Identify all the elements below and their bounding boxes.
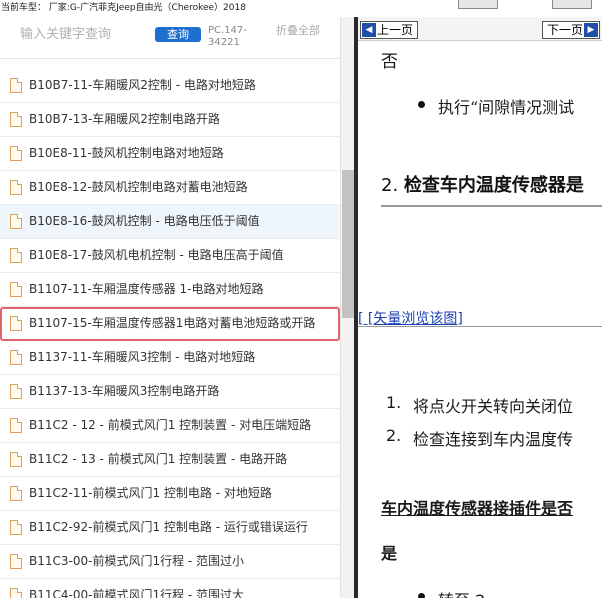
scrollbar-thumb[interactable] xyxy=(342,170,354,318)
list-item[interactable]: B11C2-92-前模式风门1 控制电路 - 运行或错误运行 xyxy=(0,511,340,545)
list-item[interactable]: B11C4-00-前模式风门1行程 - 范围过大 xyxy=(0,579,340,598)
vehicle-info-bar: 当前车型： 厂家:G-广汽菲克Jeep自由光（Cherokee）2018 xyxy=(0,0,602,17)
document-icon xyxy=(10,78,22,93)
document-icon xyxy=(10,384,22,399)
list-item[interactable]: B10E8-11-鼓风机控制电路对地短路 xyxy=(0,137,340,171)
document-icon xyxy=(10,588,22,598)
goto-text: 转至 2 xyxy=(438,587,485,598)
list-item-label: B11C2 - 13 - 前模式风门1 控制装置 - 电路开路 xyxy=(29,452,288,466)
vector-view-link[interactable]: [ [矢量浏览该图] xyxy=(358,308,463,328)
list-item[interactable]: B10B7-11-车厢暖风2控制 - 电路对地短路 xyxy=(0,69,340,103)
bullet-dot xyxy=(418,101,425,108)
bullet-dot xyxy=(418,593,425,598)
dtc-tree-panel: 查询 PC.147-34221 折叠全部 B10B7-11-车厢暖风2控制 - … xyxy=(0,17,356,598)
list-item-label: B10E8-16-鼓风机控制 - 电路电压低于阈值 xyxy=(29,214,260,228)
search-input[interactable] xyxy=(8,21,148,47)
step-item-number: 2. xyxy=(386,426,402,445)
list-item[interactable]: B11C2 - 12 - 前模式风门1 控制装置 - 对电压端短路 xyxy=(0,409,340,443)
list-item-selected[interactable]: B1107-15-车厢温度传感器1电路对蓄电池短路或开路 xyxy=(0,307,340,341)
list-scrollbar[interactable] xyxy=(340,17,354,598)
document-icon xyxy=(10,146,22,161)
toolbar-button[interactable] xyxy=(458,0,498,9)
list-item-label: B10B7-13-车厢暖风2控制电路开路 xyxy=(29,112,220,126)
list-item[interactable]: B10B7-13-车厢暖风2控制电路开路 xyxy=(0,103,340,137)
arrow-left-icon: ◀ xyxy=(362,23,376,37)
list-item-label: B11C2 - 12 - 前模式风门1 控制装置 - 对电压端短路 xyxy=(29,418,312,432)
list-item-label: B10B7-11-车厢暖风2控制 - 电路对地短路 xyxy=(29,78,256,92)
document-icon xyxy=(10,248,22,263)
list-item-label: B1107-11-车厢温度传感器 1-电路对地短路 xyxy=(29,282,264,296)
list-item-hovered[interactable]: B10E8-16-鼓风机控制 - 电路电压低于阈值 xyxy=(0,205,340,239)
document-icon xyxy=(10,486,22,501)
document-icon xyxy=(10,554,22,569)
list-item-label: B11C2-92-前模式风门1 控制电路 - 运行或错误运行 xyxy=(29,520,308,534)
prev-page-label: 上一页 xyxy=(377,23,414,37)
document-icon xyxy=(10,520,22,535)
list-item[interactable]: B11C2 - 13 - 前模式风门1 控制装置 - 电路开路 xyxy=(0,443,340,477)
document-icon xyxy=(10,180,22,195)
arrow-right-icon: ▶ xyxy=(584,23,599,37)
document-icon xyxy=(10,452,22,467)
list-item-label: B11C2-11-前模式风门1 控制电路 - 对地短路 xyxy=(29,486,272,500)
step-title: 检查车内温度传感器是 xyxy=(403,175,584,196)
list-item[interactable]: B10E8-12-鼓风机控制电路对蓄电池短路 xyxy=(0,171,340,205)
document-icon xyxy=(10,214,22,229)
step-item-text: 检查连接到车内温度传 xyxy=(413,430,574,449)
list-item[interactable]: B1107-11-车厢温度传感器 1-电路对地短路 xyxy=(0,273,340,307)
prev-page-button[interactable]: ◀ 上一页 xyxy=(360,21,419,39)
collapse-all-button[interactable]: 折叠全部 xyxy=(276,25,326,37)
next-page-button[interactable]: 下一页 ▶ xyxy=(542,21,601,39)
pc-code-label: PC.147-34221 xyxy=(208,25,247,48)
section-divider xyxy=(381,205,602,207)
list-item[interactable]: B11C3-00-前模式风门1行程 - 范围过小 xyxy=(0,545,340,579)
step-item-number: 1. xyxy=(386,393,402,412)
list-item-label: B1137-13-车厢暖风3控制电路开路 xyxy=(29,384,220,398)
list-item-label: B11C4-00-前模式风门1行程 - 范围过大 xyxy=(29,588,245,598)
step-item-text: 将点火开关转向关闭位 xyxy=(413,397,574,416)
section-divider xyxy=(358,326,602,327)
document-icon xyxy=(10,282,22,297)
list-item-label: B1107-15-车厢温度传感器1电路对蓄电池短路或开路 xyxy=(29,316,316,330)
document-icon xyxy=(10,418,22,433)
page-nav-bar: ◀ 上一页 下一页 ▶ xyxy=(358,17,602,41)
document-icon xyxy=(10,112,22,127)
step-number: 2. xyxy=(381,175,399,196)
document-viewer: ◀ 上一页 下一页 ▶ 否 执行“间隙情况测试 2. 检查车内温度传感器是 [ [矢… xyxy=(358,17,602,598)
list-item[interactable]: B11C2-11-前模式风门1 控制电路 - 对地短路 xyxy=(0,477,340,511)
step-heading: 2. 检查车内温度传感器是 xyxy=(381,171,584,197)
vehicle-info-text: 当前车型： 厂家:G-广汽菲克Jeep自由光（Cherokee）2018 xyxy=(1,3,246,13)
list-item-label: B10E8-12-鼓风机控制电路对蓄电池短路 xyxy=(29,180,248,194)
next-page-label: 下一页 xyxy=(547,23,584,37)
list-item-label: B10E8-17-鼓风机电机控制 - 电路电压高于阈值 xyxy=(29,248,284,262)
answer-no-label: 否 xyxy=(381,52,398,72)
dtc-list: B10B7-11-车厢暖风2控制 - 电路对地短路 B10B7-13-车厢暖风2… xyxy=(0,69,340,598)
list-item-label: B1137-11-车厢暖风3控制 - 电路对地短路 xyxy=(29,350,256,364)
document-icon xyxy=(10,316,22,331)
toolbar-button[interactable] xyxy=(552,0,592,9)
list-item[interactable]: B1137-13-车厢暖风3控制电路开路 xyxy=(0,375,340,409)
list-item[interactable]: B1137-11-车厢暖风3控制 - 电路对地短路 xyxy=(0,341,340,375)
bullet-text: 执行“间隙情况测试 xyxy=(438,98,575,117)
list-item-label: B10E8-11-鼓风机控制电路对地短路 xyxy=(29,146,224,160)
check-question: 车内温度传感器接插件是否 xyxy=(381,499,574,518)
list-item[interactable]: B10E8-17-鼓风机电机控制 - 电路电压高于阈值 xyxy=(0,239,340,273)
document-icon xyxy=(10,350,22,365)
search-bar: 查询 PC.147-34221 折叠全部 xyxy=(0,17,356,59)
answer-yes-label: 是 xyxy=(381,544,398,563)
list-item-label: B11C3-00-前模式风门1行程 - 范围过小 xyxy=(29,554,245,568)
query-button[interactable]: 查询 xyxy=(155,27,201,42)
